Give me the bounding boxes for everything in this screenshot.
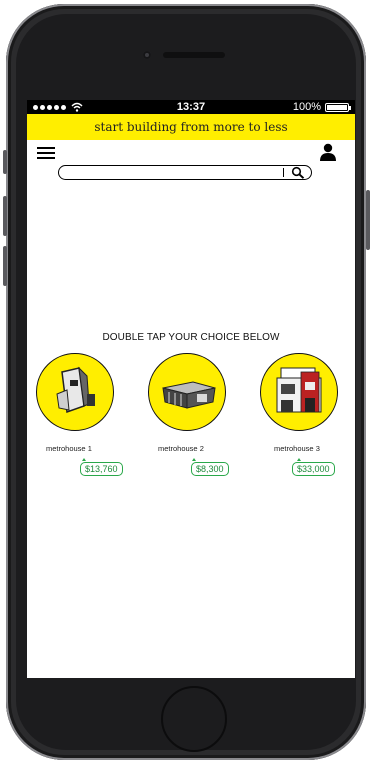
- house-thumbnail[interactable]: [260, 353, 338, 431]
- battery-status: 100%: [292, 100, 351, 114]
- price-tag[interactable]: $13,760: [80, 462, 123, 476]
- price-tag[interactable]: $8,300: [191, 462, 229, 476]
- house-illustration-2: [162, 381, 216, 409]
- house-illustration-3: [276, 367, 322, 413]
- search-bar[interactable]: [58, 165, 312, 180]
- user-profile-icon[interactable]: [319, 143, 337, 161]
- choice-prompt: DOUBLE TAP YOUR CHOICE BELOW: [102, 332, 280, 343]
- mute-switch: [3, 150, 7, 174]
- search-icon[interactable]: [291, 166, 305, 180]
- earpiece-speaker: [163, 52, 225, 58]
- price-pointer: [297, 458, 301, 461]
- hamburger-menu-icon[interactable]: [37, 147, 55, 160]
- house-thumbnail[interactable]: [36, 353, 114, 431]
- app-screen: 13:37 100% start building from more to l…: [27, 100, 355, 678]
- house-name: metrohouse 2: [158, 444, 204, 453]
- front-camera: [143, 51, 151, 59]
- price-tag[interactable]: $33,000: [292, 462, 335, 476]
- power-button: [366, 190, 370, 250]
- home-button[interactable]: [161, 686, 227, 752]
- house-name: metrohouse 1: [46, 444, 92, 453]
- volume-up-button: [3, 196, 7, 236]
- price-pointer: [192, 458, 196, 461]
- house-thumbnail[interactable]: [148, 353, 226, 431]
- price-pointer: [82, 458, 86, 461]
- house-name: metrohouse 3: [274, 444, 320, 453]
- house-illustration-1: [56, 366, 95, 414]
- tagline-banner: start building from more to less: [27, 114, 355, 140]
- battery-fill: [327, 104, 347, 110]
- text-cursor: [283, 168, 284, 177]
- volume-down-button: [3, 246, 7, 286]
- battery-percent: 100%: [292, 101, 321, 113]
- search-input[interactable]: [67, 166, 277, 178]
- battery-icon: [325, 102, 351, 112]
- status-bar: 13:37 100%: [27, 100, 355, 114]
